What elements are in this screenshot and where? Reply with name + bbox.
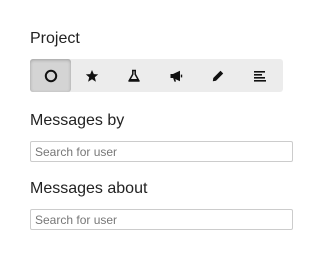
project-filter-text-button[interactable] [239,59,281,92]
megaphone-icon [170,70,183,82]
pencil-icon [212,70,224,81]
project-filter-starred-button[interactable] [71,59,113,92]
flask-icon [128,69,140,82]
messages-about-search-input[interactable] [30,209,293,230]
project-label: Project [30,30,80,47]
messages-about-label: Messages about [30,180,148,197]
project-filter-announce-button[interactable] [155,59,197,92]
messages-by-label: Messages by [30,112,125,129]
circle-icon [44,69,57,82]
project-icon-bar [30,59,283,92]
filter-panel: Project Messages by Search for user Mess… [0,0,309,273]
project-filter-all-button[interactable] [30,59,71,92]
project-filter-lab-button[interactable] [113,59,155,92]
align-left-icon [254,70,266,82]
star-icon [85,69,99,82]
messages-by-search-input[interactable] [30,141,293,162]
project-filter-edit-button[interactable] [197,59,239,92]
